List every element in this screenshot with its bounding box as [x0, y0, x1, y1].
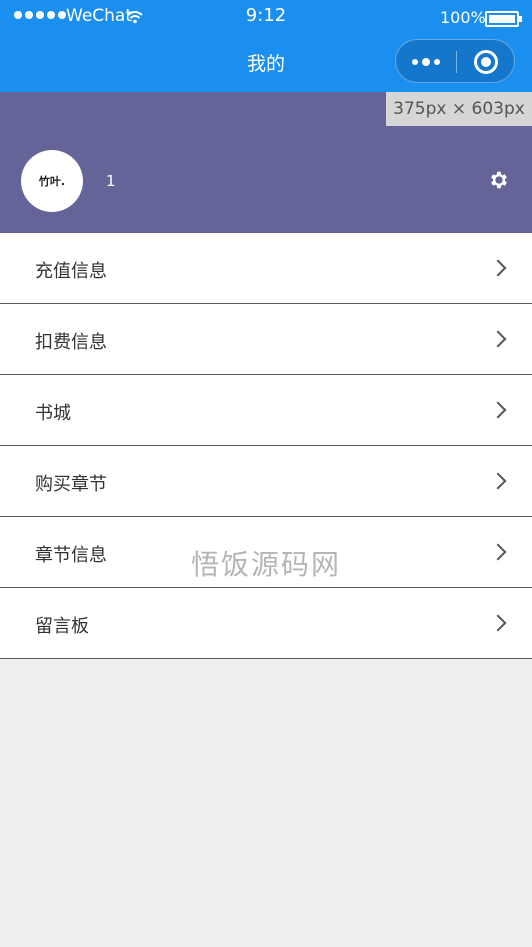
nav-bar: 我的 — [0, 36, 532, 92]
battery-percent: 100% — [440, 8, 486, 27]
chevron-right-icon — [489, 472, 507, 490]
dimension-badge: 375px × 603px — [386, 92, 532, 126]
menu-item-chapter-info[interactable]: 章节信息 — [0, 517, 532, 588]
menu-item-recharge-info[interactable]: 充值信息 — [0, 233, 532, 304]
menu-item-label: 扣费信息 — [35, 332, 107, 353]
chevron-right-icon — [489, 543, 507, 561]
chevron-right-icon — [489, 259, 507, 277]
chevron-right-icon — [489, 401, 507, 419]
avatar-text: 竹叶. — [38, 175, 66, 188]
menu-item-bookstore[interactable]: 书城 — [0, 375, 532, 446]
status-bar: WeChat 9:12 100% — [0, 0, 532, 36]
gear-icon[interactable] — [488, 169, 510, 191]
profile-header: 375px × 603px 竹叶. 1 — [0, 92, 532, 233]
chevron-right-icon — [489, 330, 507, 348]
username: 1 — [106, 172, 116, 190]
chevron-right-icon — [489, 614, 507, 632]
menu-list: 充值信息 扣费信息 书城 购买章节 章节信息 留言板 — [0, 233, 532, 659]
close-icon[interactable] — [474, 50, 498, 74]
avatar[interactable]: 竹叶. — [21, 150, 83, 212]
more-icon[interactable] — [412, 58, 440, 66]
capsule-divider — [456, 51, 457, 73]
mini-program-capsule — [395, 39, 515, 83]
menu-item-deduction-info[interactable]: 扣费信息 — [0, 304, 532, 375]
menu-item-label: 书城 — [35, 403, 71, 424]
menu-item-buy-chapters[interactable]: 购买章节 — [0, 446, 532, 517]
menu-item-message-board[interactable]: 留言板 — [0, 588, 532, 659]
menu-item-label: 购买章节 — [35, 474, 107, 495]
menu-item-label: 充值信息 — [35, 261, 107, 282]
battery-icon — [485, 11, 522, 27]
menu-item-label: 留言板 — [35, 616, 89, 637]
menu-item-label: 章节信息 — [35, 545, 107, 566]
